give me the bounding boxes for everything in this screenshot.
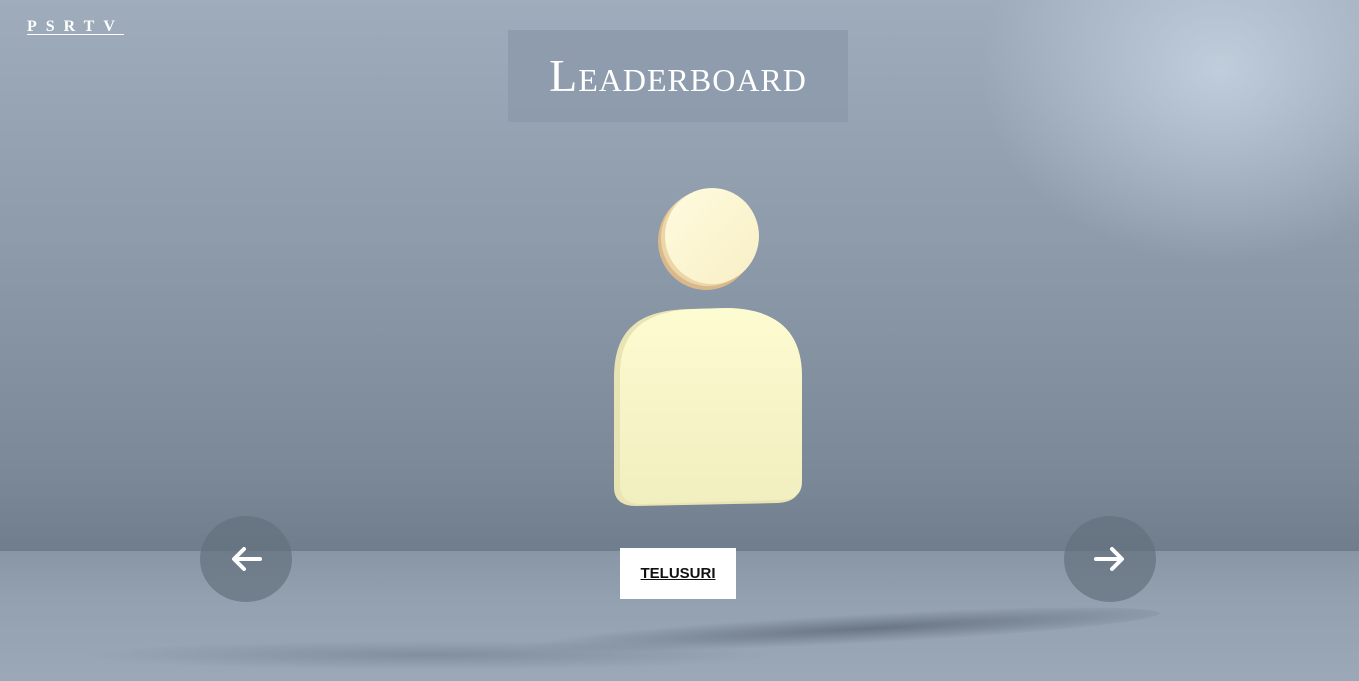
brand-logo-link[interactable]: PSRTV <box>27 18 124 36</box>
page-title: Leaderboard <box>549 50 807 101</box>
explore-button[interactable]: TELUSURI <box>620 548 736 599</box>
explore-button-label: TELUSURI <box>640 565 716 582</box>
title-box: Leaderboard <box>508 30 848 122</box>
user-avatar-icon <box>614 188 802 506</box>
next-button[interactable] <box>1064 516 1156 602</box>
scene-background: PSRTV Leaderboard TELUSURI <box>0 0 1359 681</box>
prev-button[interactable] <box>200 516 292 602</box>
arrow-left-icon <box>232 547 262 571</box>
arrow-right-icon <box>1094 547 1124 571</box>
